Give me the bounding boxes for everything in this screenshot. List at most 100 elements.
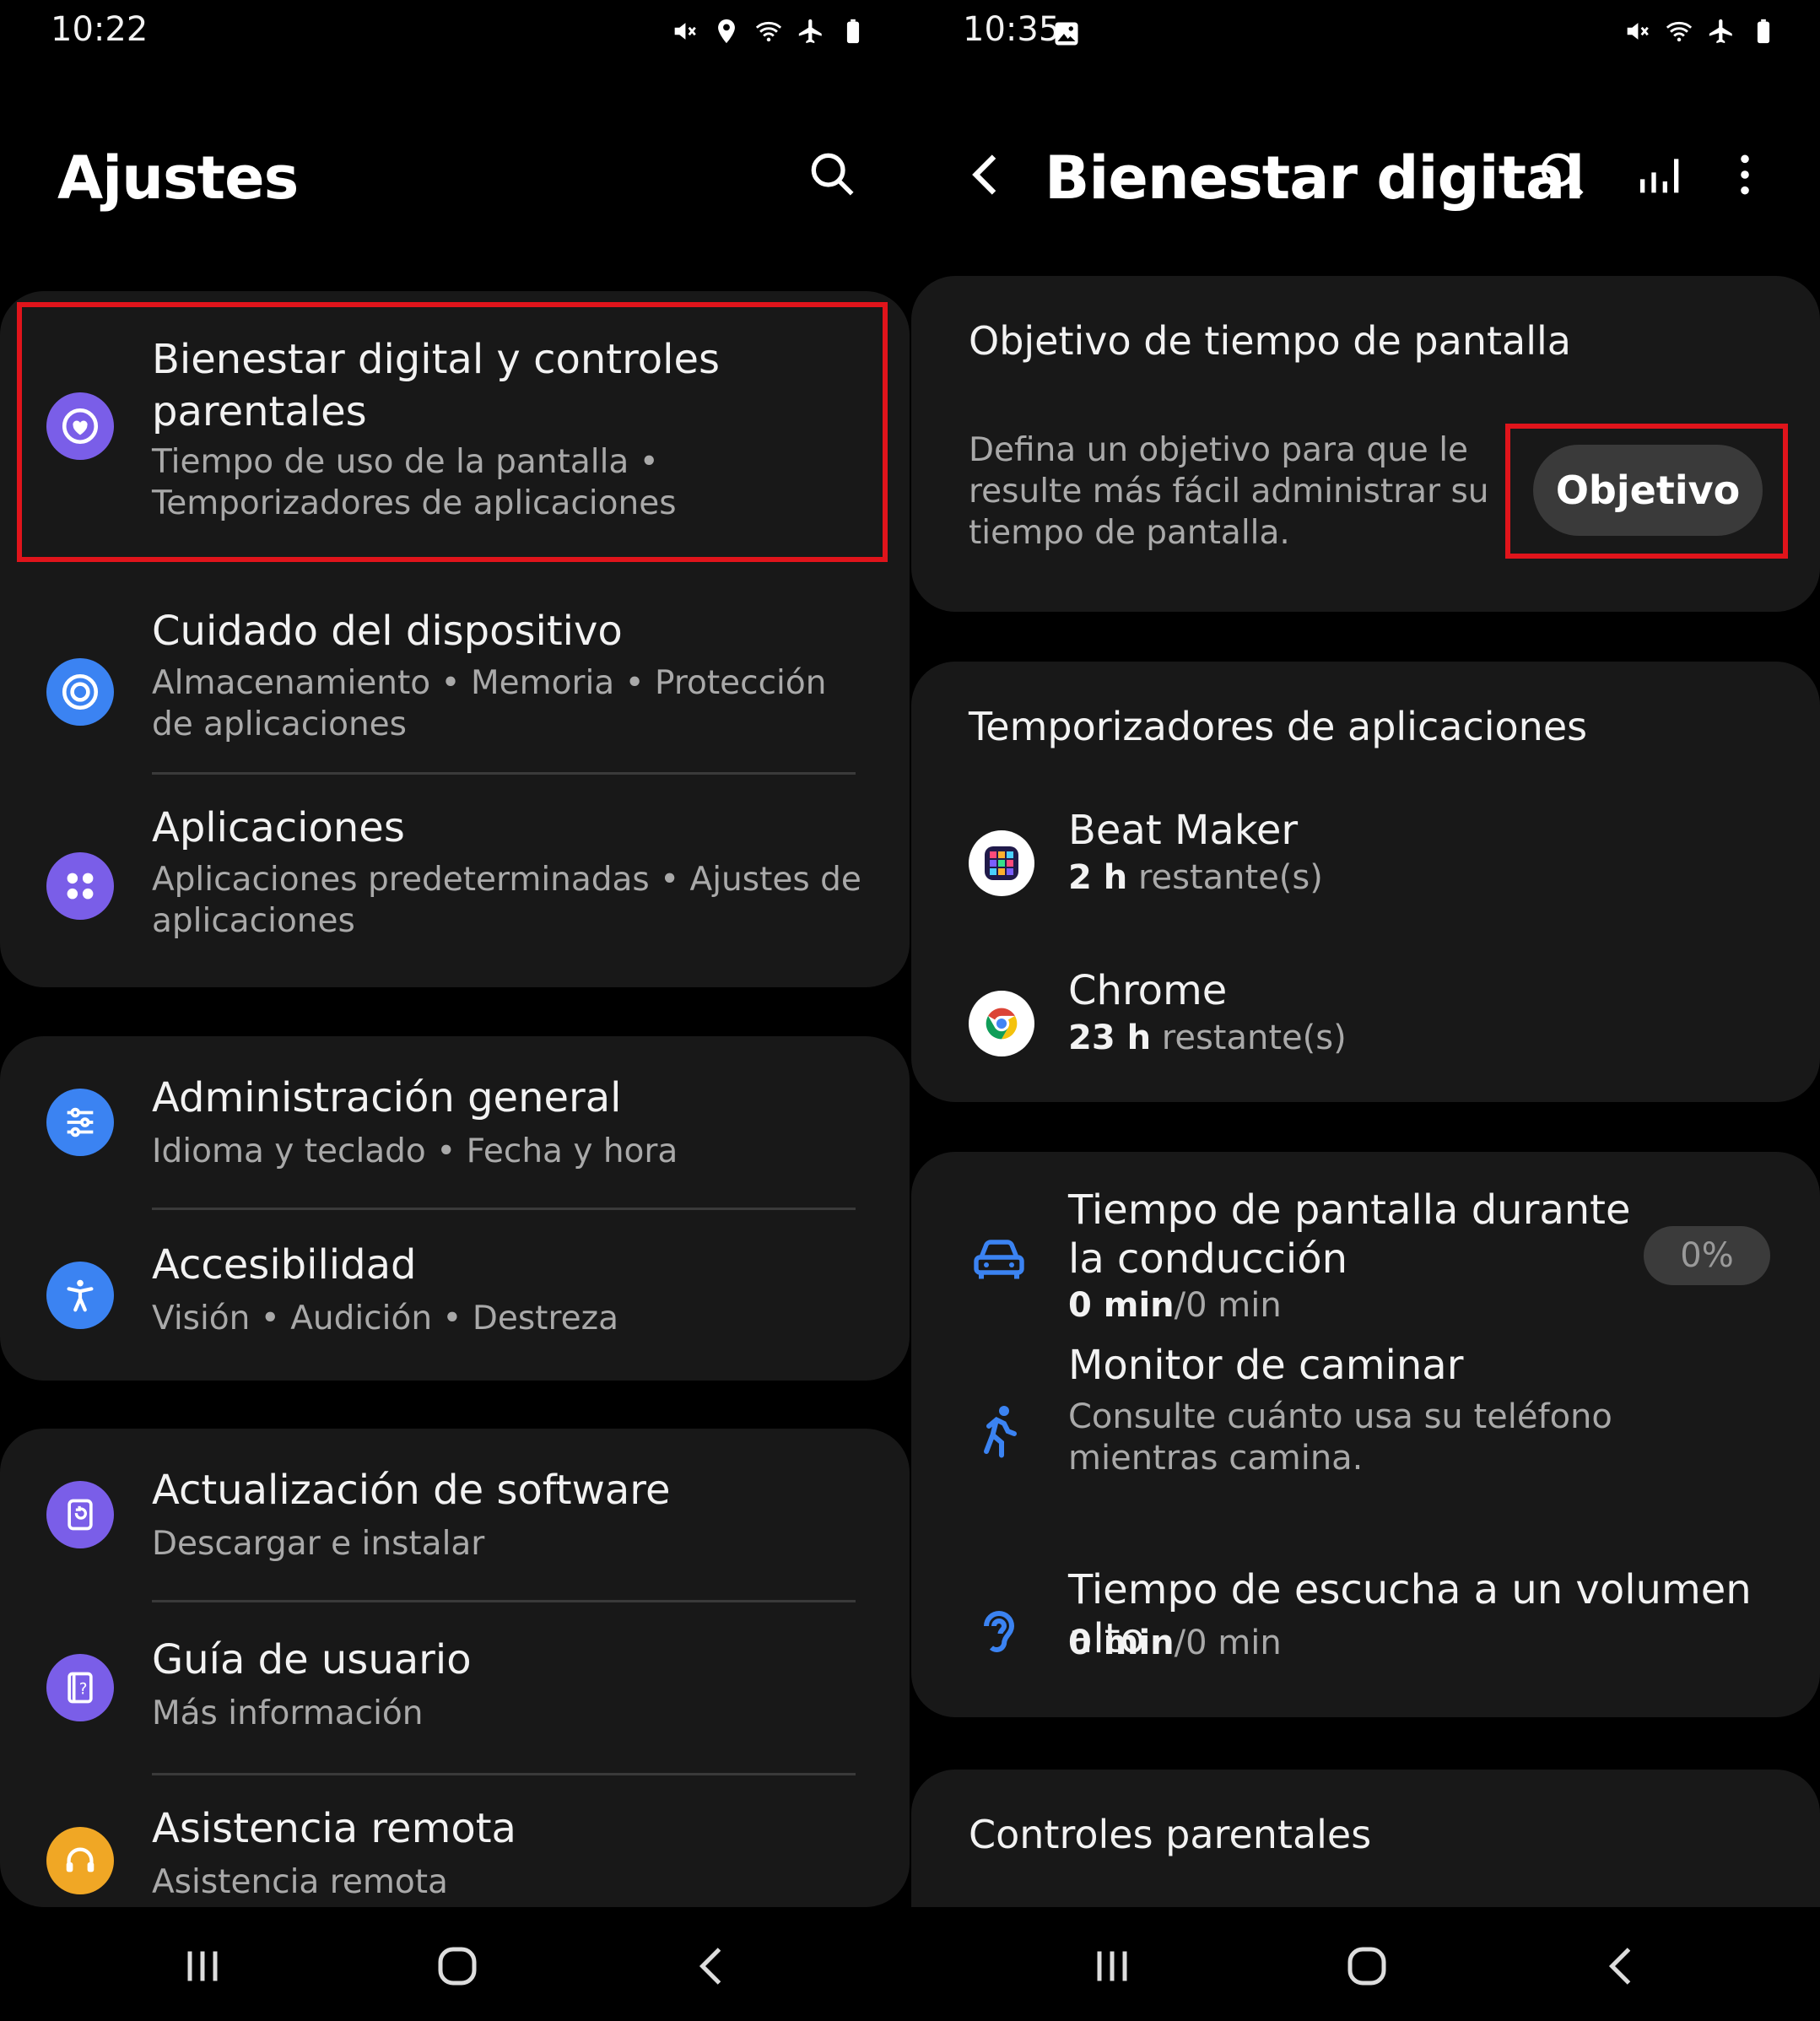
loud-listening-item[interactable]: Tiempo de escucha a un volumen alto 0 mi… — [911, 1548, 1820, 1717]
settings-item-user-guide[interactable]: ? Guía de usuario Más información — [0, 1602, 910, 1770]
battery-icon — [1757, 19, 1770, 44]
divider — [152, 772, 856, 775]
settings-item-apps[interactable]: Aplicaciones Aplicaciones predeterminada… — [0, 781, 910, 987]
home-icon[interactable] — [1342, 1941, 1392, 1991]
app-remaining: 2 h restante(s) — [1068, 858, 1323, 897]
item-subtitle: Visión • Audición • Destreza — [152, 1300, 619, 1337]
chart-icon[interactable] — [1634, 148, 1688, 202]
walking-icon — [984, 1406, 1017, 1458]
accessibility-icon — [46, 1262, 114, 1329]
ear-icon — [984, 1611, 1015, 1652]
apps-icon — [46, 852, 114, 920]
wifi-icon — [1666, 21, 1693, 42]
loud-listening-limit: /0 min — [1174, 1624, 1282, 1662]
driving-value: 0 min — [1068, 1286, 1175, 1325]
wellbeing-features-card: Tiempo de pantalla durante la conducción… — [911, 1152, 1820, 1717]
settings-item-general-management[interactable]: Administración general Idioma y teclado … — [0, 1036, 910, 1205]
settings-item-accessibility[interactable]: Accesibilidad Visión • Audición • Destre… — [0, 1209, 910, 1378]
highlight-box — [1505, 424, 1788, 559]
status-icons — [670, 17, 867, 46]
item-title: Accesibilidad — [152, 1241, 417, 1289]
navigation-bar — [910, 1907, 1820, 2021]
mute-icon — [1627, 23, 1649, 40]
remaining-amount: 23 h — [1068, 1019, 1152, 1057]
back-icon[interactable] — [1597, 1941, 1648, 1991]
remaining-label: restante(s) — [1127, 858, 1323, 897]
back-arrow-icon[interactable] — [960, 148, 1014, 202]
mute-icon — [674, 23, 696, 40]
app-timers-title: Temporizadores de aplicaciones — [969, 704, 1588, 749]
goal-description: Defina un objetivo para que le resulte m… — [969, 431, 1489, 552]
item-title: Cuidado del dispositivo — [152, 608, 623, 655]
wifi-icon — [755, 21, 782, 42]
walking-description: Consulte cuánto usa su teléfono mientras… — [1068, 1397, 1612, 1478]
settings-group-3: Actualización de software Descargar e in… — [0, 1429, 910, 1907]
driving-limit: /0 min — [1174, 1286, 1282, 1325]
page-title: Ajustes — [57, 143, 299, 213]
airplane-icon — [1709, 19, 1732, 44]
navigation-bar — [0, 1907, 910, 2021]
settings-item-software-update[interactable]: Actualización de software Descargar e in… — [0, 1429, 910, 1597]
location-icon — [718, 19, 735, 44]
item-subtitle: Almacenamiento • Memoria • Protección de… — [152, 664, 827, 743]
item-title: Administración general — [152, 1074, 622, 1121]
loud-listening-value: 0 min — [1068, 1624, 1175, 1662]
beat-maker-icon — [969, 830, 1034, 896]
recents-icon[interactable] — [1087, 1941, 1137, 1991]
user-guide-icon: ? — [46, 1654, 114, 1721]
driving-screen-time-item[interactable]: Tiempo de pantalla durante la conducción… — [911, 1152, 1820, 1337]
settings-group-2: Administración general Idioma y teclado … — [0, 1036, 910, 1381]
settings-item-device-care[interactable]: Cuidado del dispositivo Almacenamiento •… — [0, 578, 910, 781]
status-bar: 10:22 — [0, 8, 910, 59]
item-title: Aplicaciones — [152, 804, 405, 851]
goal-title: Objetivo de tiempo de pantalla — [969, 318, 1571, 364]
app-timer-beat-maker[interactable]: Beat Maker 2 h restante(s) — [911, 797, 1820, 923]
status-bar: 10:35 — [910, 8, 1820, 59]
back-icon[interactable] — [688, 1941, 738, 1991]
car-icon — [974, 1240, 1024, 1279]
loud-listening-time: 0 min/0 min — [1068, 1623, 1282, 1664]
search-icon[interactable] — [1536, 148, 1590, 202]
app-timer-chrome[interactable]: Chrome 23 h restante(s) — [911, 957, 1820, 1083]
parental-controls-title: Controles parentales — [969, 1812, 1372, 1857]
remote-support-icon — [46, 1827, 114, 1894]
item-subtitle: Más información — [152, 1694, 424, 1732]
app-remaining: 23 h restante(s) — [1068, 1019, 1347, 1057]
remaining-label: restante(s) — [1151, 1019, 1347, 1057]
svg-text:?: ? — [79, 1680, 88, 1698]
chrome-icon — [969, 991, 1034, 1056]
app-name: Chrome — [1068, 967, 1228, 1014]
app-timers-card: Temporizadores de aplicaciones Beat Make… — [911, 662, 1820, 1102]
item-subtitle: Asistencia remota — [152, 1863, 448, 1901]
app-name: Beat Maker — [1068, 807, 1299, 854]
item-subtitle: Aplicaciones predeterminadas • Ajustes d… — [152, 861, 861, 940]
walking-title: Monitor de caminar — [1068, 1342, 1464, 1389]
page-title: Bienestar digital — [1045, 143, 1585, 213]
walking-monitor-item[interactable]: Monitor de caminar Consulte cuánto usa s… — [911, 1342, 1820, 1532]
driving-time: 0 min/0 min — [1068, 1285, 1282, 1327]
status-time: 10:22 — [51, 10, 149, 49]
digital-wellbeing-screen: 10:35 Bienestar digital Objetivo de tiem… — [910, 0, 1820, 2021]
airplane-icon — [798, 19, 822, 44]
highlight-box — [17, 302, 888, 562]
remaining-amount: 2 h — [1068, 858, 1128, 897]
item-title: Guía de usuario — [152, 1636, 472, 1683]
item-title: Asistencia remota — [152, 1805, 516, 1852]
battery-icon — [846, 19, 860, 44]
driving-title: Tiempo de pantalla durante la conducción — [1068, 1186, 1631, 1283]
status-icons — [1623, 17, 1778, 46]
settings-item-remote-support[interactable]: Asistencia remota Asistencia remota — [0, 1775, 910, 1907]
software-update-icon — [46, 1481, 114, 1548]
settings-screen: 10:22 Ajustes Bienestar digital y contro… — [0, 0, 910, 2021]
item-title: Actualización de software — [152, 1467, 671, 1514]
driving-percentage-badge: 0% — [1644, 1226, 1770, 1285]
status-time: 10:35 — [963, 10, 1061, 49]
device-care-icon — [46, 658, 114, 726]
more-options-icon[interactable] — [1718, 148, 1772, 202]
recents-icon[interactable] — [177, 1941, 228, 1991]
home-icon[interactable] — [432, 1941, 483, 1991]
gallery-notification-icon — [1055, 22, 1078, 46]
item-subtitle: Idioma y teclado • Fecha y hora — [152, 1132, 678, 1170]
search-icon[interactable] — [806, 148, 860, 202]
general-management-icon — [46, 1089, 114, 1156]
